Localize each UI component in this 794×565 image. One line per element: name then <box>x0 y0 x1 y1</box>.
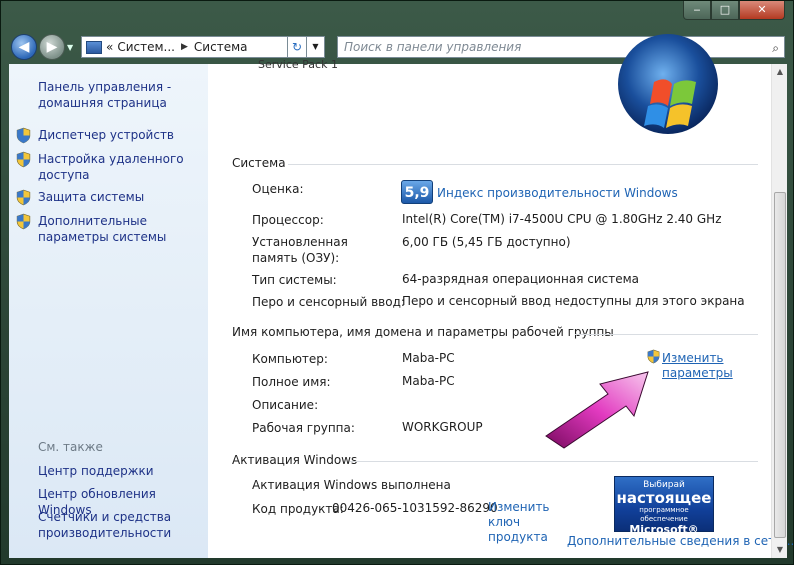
ram-label: Установленная память (ОЗУ): <box>252 235 348 265</box>
section-divider <box>575 334 758 335</box>
system-type-label: Тип системы: <box>252 273 337 287</box>
system-section-heading: Система <box>232 156 286 170</box>
activation-section-heading: Активация Windows <box>232 453 358 467</box>
breadcrumb-overflow[interactable]: « <box>106 40 113 54</box>
vertical-scrollbar[interactable]: ▲ ▼ <box>771 64 787 558</box>
see-also-heading: См. также <box>38 440 103 454</box>
scroll-down-icon[interactable]: ▼ <box>772 542 788 558</box>
sidebar-item-label: Дополнительные параметры системы <box>38 214 167 244</box>
sidebar-home-link[interactable]: Панель управления - домашняя страница <box>38 79 203 111</box>
close-button[interactable]: ✕ <box>739 1 785 20</box>
uac-shield-icon <box>16 151 31 168</box>
badge-line: программное обеспечение <box>639 506 689 523</box>
more-info-online-link[interactable]: Дополнительные сведения в сети... <box>567 534 794 548</box>
sidebar: Панель управления - домашняя страница Ди… <box>9 64 208 558</box>
breadcrumb-system-security[interactable]: Систем... <box>117 40 175 54</box>
ram-value: 6,00 ГБ (5,45 ГБ доступно) <box>402 235 571 249</box>
minimize-button[interactable]: ‒ <box>683 1 711 20</box>
change-product-key-link[interactable]: Изменить ключ продукта <box>488 500 558 545</box>
recent-pages-dropdown[interactable]: ▼ <box>67 43 73 52</box>
cpu-label: Процессор: <box>252 213 324 227</box>
forward-button[interactable]: ▶ <box>39 34 65 60</box>
uac-shield-icon <box>16 127 31 144</box>
change-settings-link[interactable]: Изменить параметры <box>662 351 736 381</box>
search-icon[interactable]: ⌕ <box>772 38 779 58</box>
sidebar-item-label: Защита системы <box>38 190 145 204</box>
pen-touch-label: Перо и сенсорный ввод: <box>252 295 405 309</box>
badge-line: настоящее <box>616 489 712 507</box>
product-key-value: 00426-065-1031592-86290 <box>332 501 498 515</box>
section-divider <box>288 164 758 165</box>
performance-score-badge[interactable]: 5,9 <box>401 180 433 204</box>
workgroup-label: Рабочая группа: <box>252 421 355 435</box>
windows-logo <box>618 34 718 134</box>
content-area: Панель управления - домашняя страница Ди… <box>9 34 794 558</box>
pointer-arrow-icon <box>545 371 649 449</box>
uac-shield-icon <box>16 213 31 230</box>
breadcrumb-system[interactable]: Система <box>194 40 248 54</box>
sidebar-link-performance-tools[interactable]: Счетчики и средства производительности <box>38 509 206 541</box>
sidebar-item-system-protection[interactable]: Защита системы <box>15 189 205 206</box>
genuine-microsoft-badge[interactable]: Выбирай настоящее программное обеспечени… <box>614 476 714 536</box>
maximize-button[interactable]: □ <box>711 1 739 20</box>
performance-index-link[interactable]: Индекс производительности Windows <box>437 186 678 200</box>
system-type-value: 64-разрядная операционная система <box>402 272 640 286</box>
service-pack-text: Service Pack 1 <box>258 58 338 71</box>
control-panel-icon <box>86 40 102 54</box>
sidebar-item-device-manager[interactable]: Диспетчер устройств <box>15 127 205 144</box>
pen-touch-value: Перо и сенсорный ввод недоступны для это… <box>402 294 745 308</box>
rating-label: Оценка: <box>252 182 304 196</box>
workgroup-value: WORKGROUP <box>402 420 483 434</box>
sidebar-item-remote-settings[interactable]: Настройка удаленного доступа <box>15 151 205 183</box>
window-controls: ‒ □ ✕ <box>683 1 785 20</box>
product-key-label: Код продукта: <box>252 502 344 516</box>
scroll-up-icon[interactable]: ▲ <box>772 64 788 80</box>
computer-section-heading: Имя компьютера, имя домена и параметры р… <box>232 325 614 339</box>
section-divider <box>350 461 758 462</box>
scrollbar-thumb[interactable] <box>774 192 786 538</box>
cpu-value: Intel(R) Core(TM) i7-4500U CPU @ 1.80GHz… <box>402 212 722 226</box>
description-label: Описание: <box>252 398 319 412</box>
sidebar-link-action-center[interactable]: Центр поддержки <box>38 463 206 479</box>
activation-status-text: Активация Windows выполнена <box>252 478 451 492</box>
computer-name-value: Maba-PC <box>402 351 455 365</box>
uac-shield-icon <box>16 189 31 206</box>
sidebar-item-advanced-settings[interactable]: Дополнительные параметры системы <box>15 213 205 245</box>
main-panel: Service Pack 1 Система Оценка: 5,9 Индек… <box>208 34 794 558</box>
window-frame: ‒ □ ✕ ◀ ▶ ▼ « Систем... ▶ Система ▼ ↻ По… <box>0 0 794 565</box>
full-name-label: Полное имя: <box>252 375 331 389</box>
breadcrumb-separator-icon[interactable]: ▶ <box>181 42 188 52</box>
refresh-button[interactable]: ↻ <box>287 36 307 58</box>
sidebar-item-label: Настройка удаленного доступа <box>38 152 184 182</box>
address-dropdown-icon[interactable]: ▼ <box>306 37 324 57</box>
uac-shield-icon <box>647 349 660 364</box>
search-placeholder: Поиск в панели управления <box>344 40 522 54</box>
sidebar-item-label: Диспетчер устройств <box>38 128 175 142</box>
computer-name-label: Компьютер: <box>252 352 328 366</box>
back-button[interactable]: ◀ <box>11 34 37 60</box>
full-name-value: Maba-PC <box>402 374 455 388</box>
